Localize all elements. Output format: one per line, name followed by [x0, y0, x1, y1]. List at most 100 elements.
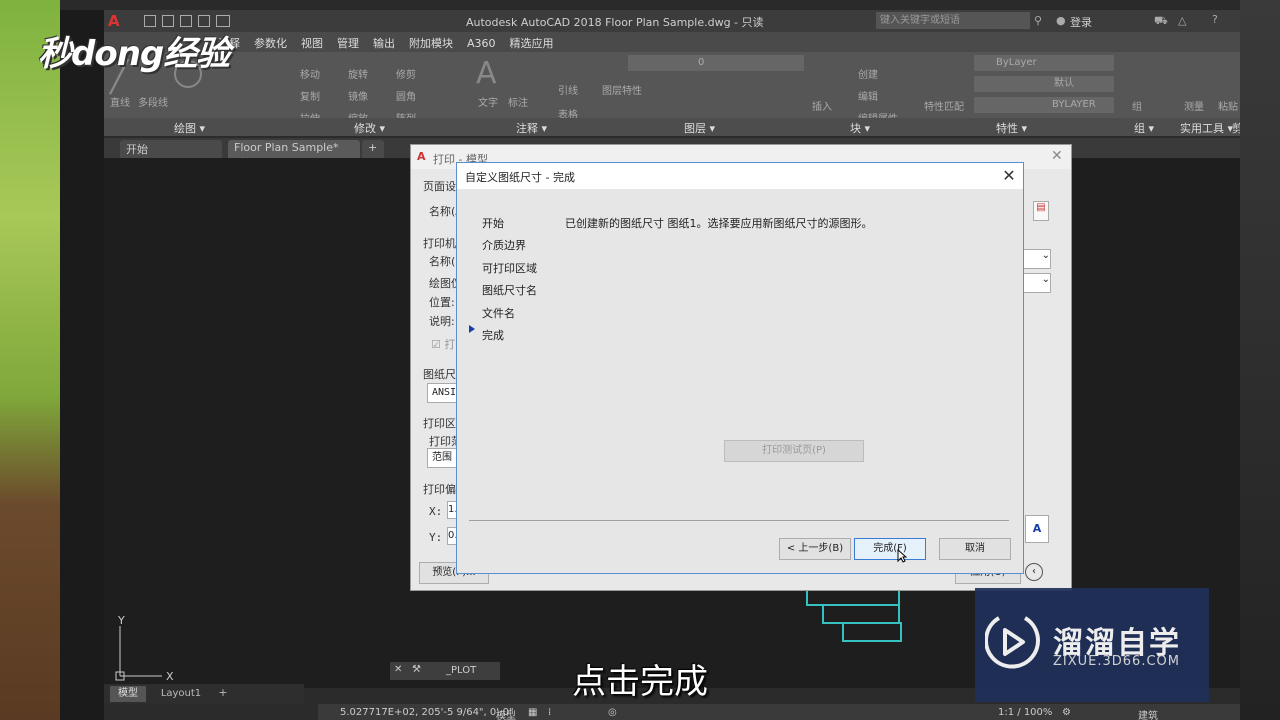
exchange-icon[interactable]: △: [1178, 14, 1186, 27]
tab-start[interactable]: 开始: [120, 140, 222, 158]
panel-draw[interactable]: 绘图 ▾: [174, 120, 205, 136]
menu-tab-5[interactable]: 附加模块: [409, 35, 453, 51]
step-paper-size-name: 图纸尺寸名: [482, 284, 537, 297]
printer-name-dropdown[interactable]: ⌄: [1023, 249, 1051, 269]
step-printable-area: 可打印区域: [482, 262, 537, 275]
expand-collapse-icon[interactable]: ‹: [1025, 563, 1043, 581]
step-media-bounds: 介质边界: [482, 239, 526, 252]
settings-icon[interactable]: ⚙: [1062, 707, 1071, 718]
button-separator: [469, 520, 1009, 521]
line-label: 直线: [110, 98, 130, 109]
cancel-button[interactable]: 取消: [939, 538, 1011, 560]
menu-tab-4[interactable]: 输出: [373, 35, 395, 51]
panel-groups[interactable]: 组 ▾: [1134, 120, 1154, 136]
leader-label[interactable]: 引线: [558, 82, 578, 97]
printer-label: 打印机/: [423, 237, 460, 250]
tab-floor-plan[interactable]: Floor Plan Sample* ×: [228, 140, 360, 167]
plotter-dropdown[interactable]: ⌄: [1023, 273, 1051, 293]
plot-style-icon[interactable]: A: [1025, 515, 1049, 543]
panel-properties[interactable]: 特性 ▾: [996, 120, 1027, 136]
drawing-stair-3: [842, 622, 902, 642]
autocad-small-icon: A: [417, 150, 426, 163]
custom-paper-size-dialog: 自定义图纸尺寸 - 完成 ✕ 开始 介质边界 可打印区域 图纸尺寸名 文件名 完…: [456, 162, 1024, 574]
current-step-arrow-icon: [469, 325, 475, 333]
panel-layers[interactable]: 图层 ▾: [684, 120, 715, 136]
tab-floor-plan-label: Floor Plan Sample*: [234, 141, 339, 154]
y-offset-label: Y:: [429, 531, 443, 544]
login-link[interactable]: 登录: [1070, 14, 1092, 30]
back-button[interactable]: < 上一步(B): [779, 538, 851, 560]
move-label[interactable]: 移动: [300, 66, 320, 81]
step-file-name: 文件名: [482, 307, 515, 320]
polyline-label: 多段线: [138, 98, 168, 109]
background-photo-right: [1240, 0, 1280, 720]
fillet-label[interactable]: 圆角: [396, 88, 416, 103]
trim-label[interactable]: 修剪: [396, 66, 416, 81]
description-label: 说明:: [429, 315, 455, 328]
layer-dropdown[interactable]: 0: [628, 55, 804, 71]
step-finish: 完成: [482, 329, 504, 342]
custom-paper-title-bar: 自定义图纸尺寸 - 完成 ✕: [457, 163, 1023, 189]
custom-paper-title: 自定义图纸尺寸 - 完成: [465, 171, 575, 184]
background-photo-left: [0, 0, 60, 720]
menu-tab-1[interactable]: 参数化: [254, 35, 287, 51]
menu-tab-7[interactable]: 精选应用: [510, 35, 554, 51]
measure-label[interactable]: 测量: [1184, 98, 1204, 113]
dimension-label: 标注: [508, 98, 528, 109]
step-start: 开始: [482, 217, 504, 230]
panel-annotation[interactable]: 注释 ▾: [516, 120, 547, 136]
status-coordinates: 5.027717E+02, 205'-5 9/64", 0'-0": [340, 707, 514, 718]
ribbon-panel-bar: 绘图 ▾ 修改 ▾ 注释 ▾ 图层 ▾ 块 ▾ 特性 ▾ 组 ▾ 实用工具 ▾ …: [104, 118, 1240, 167]
miaodong-logo: 秒dong经验: [38, 34, 230, 74]
print-test-page-button[interactable]: 打印测试页(P): [724, 440, 864, 462]
insert-label[interactable]: 插入: [812, 98, 832, 113]
finish-button[interactable]: 完成(F): [854, 538, 926, 560]
new-tab-icon[interactable]: +: [362, 140, 384, 158]
title-bar: A Autodesk AutoCAD 2018 Floor Plan Sampl…: [104, 10, 1240, 32]
close-icon[interactable]: ✕: [999, 166, 1019, 186]
snap-icon[interactable]: ⁞: [548, 707, 551, 718]
match-properties-label[interactable]: 特性匹配: [924, 98, 964, 113]
polar-icon[interactable]: ◎: [608, 707, 617, 718]
status-model[interactable]: 模型: [496, 707, 516, 720]
grid-icon[interactable]: ▦: [528, 707, 537, 718]
mirror-label[interactable]: 镜像: [348, 88, 368, 103]
ribbon-tab-bar: 注释 参数化 视图 管理 输出 附加模块 A360 精选应用: [104, 32, 1240, 52]
group-label[interactable]: 组: [1132, 98, 1142, 113]
window-title: Autodesk AutoCAD 2018 Floor Plan Sample.…: [466, 16, 764, 29]
layer-properties-label[interactable]: 图层特性: [602, 82, 642, 97]
panel-block[interactable]: 块 ▾: [850, 120, 870, 136]
search-input[interactable]: 键入关键字或短语: [876, 12, 1030, 29]
menu-tab-2[interactable]: 视图: [301, 35, 323, 51]
rotate-label[interactable]: 旋转: [348, 66, 368, 81]
menu-tab-3[interactable]: 管理: [337, 35, 359, 51]
linetype-dropdown[interactable]: 默认: [974, 76, 1114, 92]
status-scale[interactable]: 1:1 / 100%: [998, 707, 1052, 718]
lineweight-dropdown[interactable]: BYLAYER: [974, 97, 1114, 113]
page-setup-import-icon[interactable]: ▤: [1033, 201, 1049, 221]
color-dropdown[interactable]: ByLayer: [974, 55, 1114, 71]
mouse-cursor-icon: [897, 549, 907, 563]
text-tool-icon[interactable]: A: [476, 56, 497, 91]
status-workspace[interactable]: 建筑: [1138, 707, 1158, 720]
help-icon[interactable]: ?: [1212, 13, 1218, 26]
paste-label[interactable]: 粘贴: [1218, 98, 1238, 113]
text-label: 文字: [478, 98, 498, 109]
menu-tab-6[interactable]: A360: [467, 37, 496, 50]
cart-icon[interactable]: ⛟: [1154, 14, 1168, 29]
svg-text:Y: Y: [117, 616, 125, 627]
subtitle-caption: 点击完成: [572, 662, 708, 702]
location-label: 位置:: [429, 296, 455, 309]
print-close-icon[interactable]: ✕: [1051, 148, 1063, 164]
create-block-label[interactable]: 创建: [858, 66, 878, 81]
x-offset-label: X:: [429, 505, 443, 518]
user-icon[interactable]: ●: [1056, 14, 1066, 27]
edit-block-label[interactable]: 编辑: [858, 88, 878, 103]
panel-utilities[interactable]: 实用工具 ▾: [1180, 120, 1233, 136]
status-bar: 5.027717E+02, 205'-5 9/64", 0'-0" 模型 ▦ ⁞…: [318, 704, 1240, 720]
panel-modify[interactable]: 修改 ▾: [354, 120, 385, 136]
monitor-bezel-top: [60, 0, 1240, 10]
binoculars-icon[interactable]: ⚲: [1034, 14, 1042, 27]
drawing-stair-2: [822, 604, 900, 624]
copy-label[interactable]: 复制: [300, 88, 320, 103]
